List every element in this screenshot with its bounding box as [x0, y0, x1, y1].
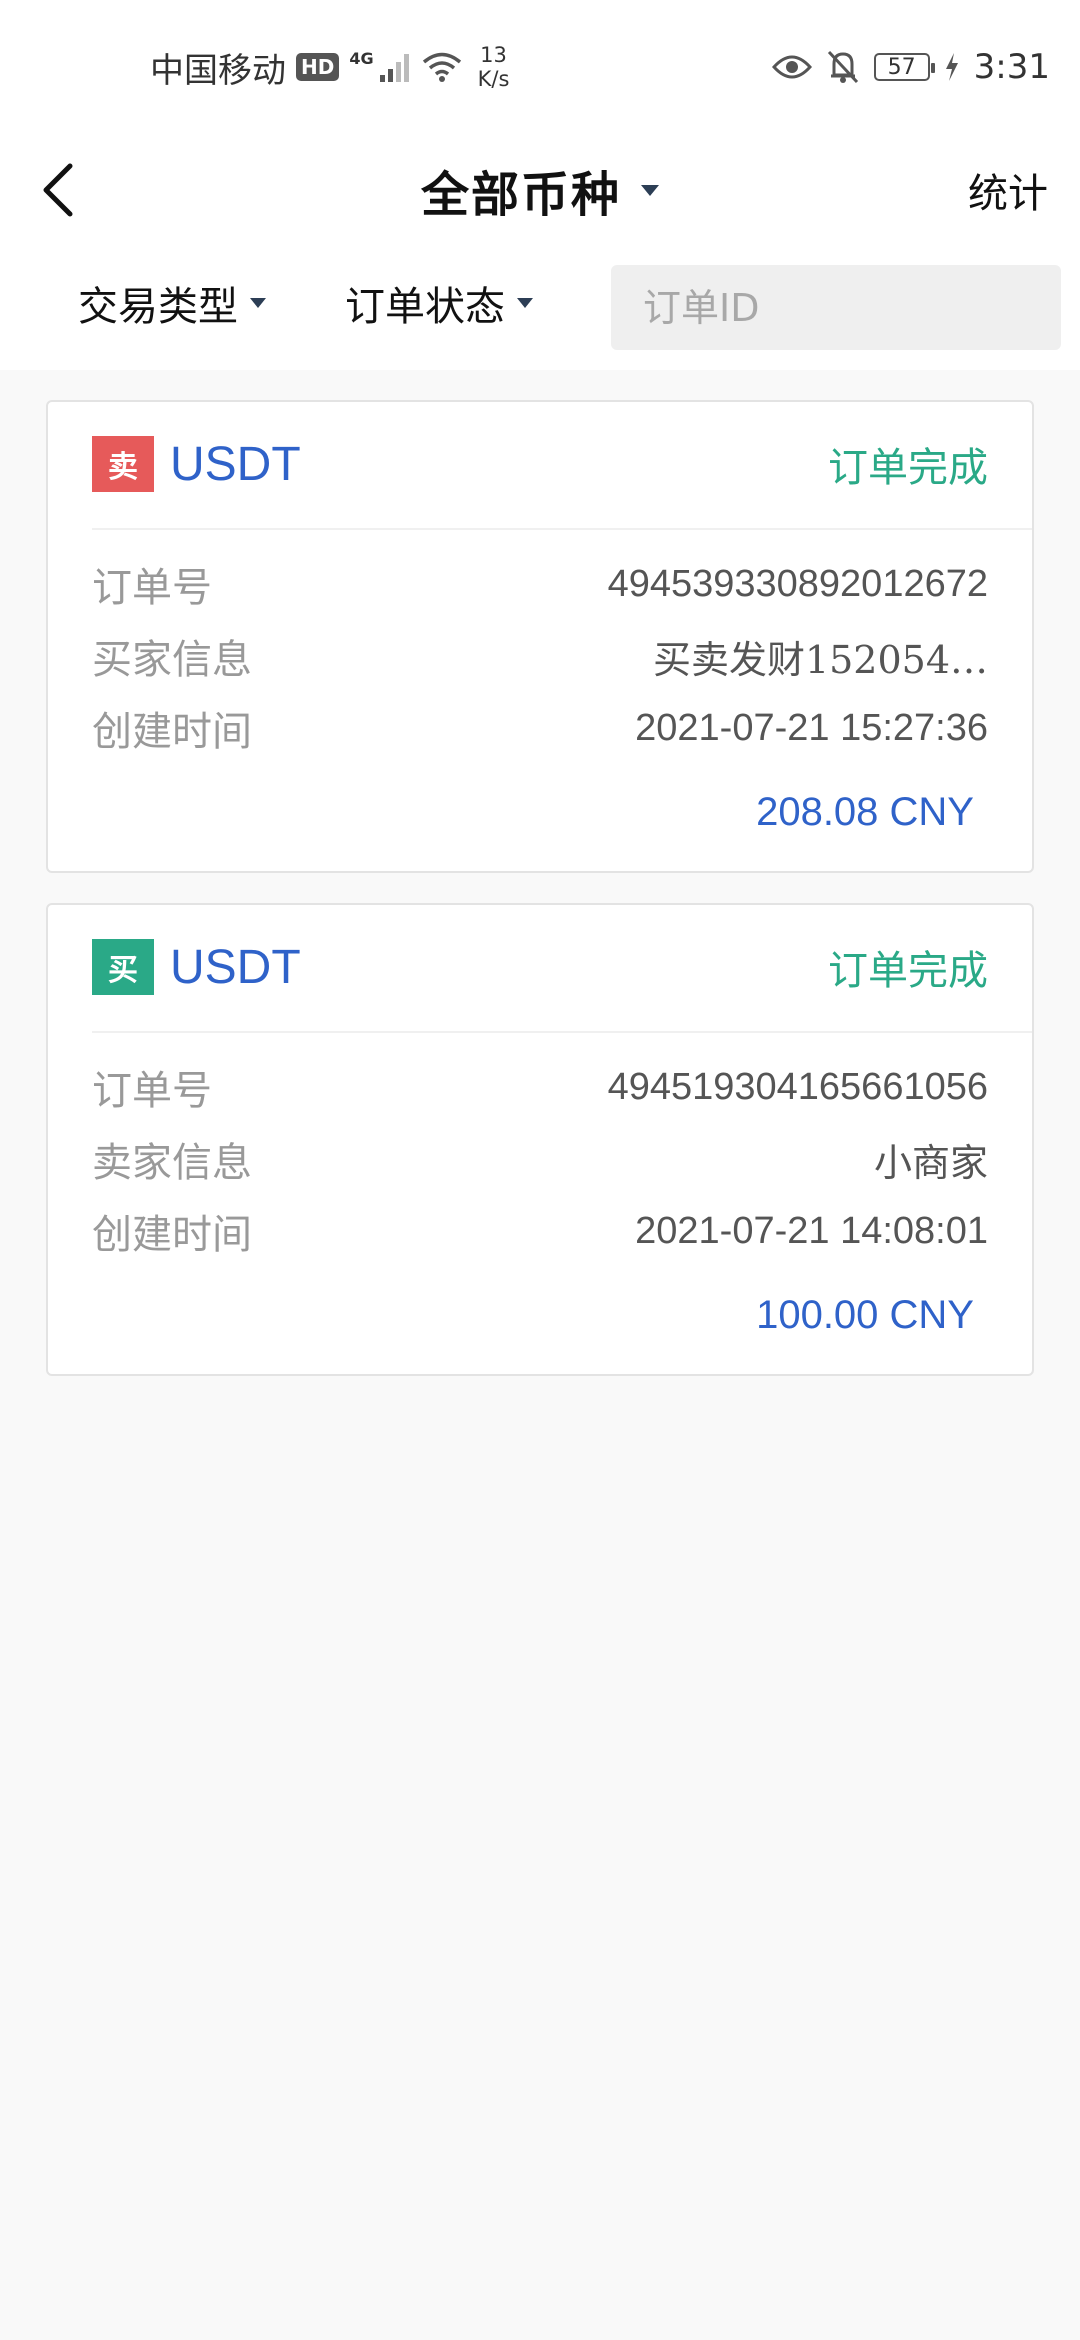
order-card-header: 卖 USDT 订单完成 — [48, 402, 1032, 528]
row-label: 订单号 — [92, 565, 212, 611]
order-number-row: 订单号 494539330892012672 — [92, 548, 988, 620]
clock: 3:31 — [973, 47, 1050, 87]
currency-selector[interactable]: 全部币种 — [0, 135, 1080, 245]
status-bar-right: 57 3:31 — [771, 42, 1050, 92]
signal-icon — [379, 54, 409, 82]
order-amount: 208.08 CNY — [756, 790, 974, 834]
status-bar-left: 中国移动 HD 4G 13 K/s — [150, 42, 509, 92]
order-number-row: 订单号 494519304165661056 — [92, 1051, 988, 1123]
mute-bell-icon — [827, 50, 858, 84]
hd-badge: HD — [296, 53, 340, 81]
seller-info-row: 卖家信息 小商家 — [92, 1123, 988, 1195]
status-bar: 中国移动 HD 4G 13 K/s 57 3:31 — [0, 0, 1080, 135]
coin-name: USDT — [170, 940, 301, 994]
network-type: 4G — [349, 48, 374, 68]
chevron-down-icon — [250, 297, 266, 308]
row-value: 2021-07-21 14:08:01 — [635, 1209, 988, 1252]
order-id-input[interactable] — [611, 265, 1061, 350]
row-label: 买家信息 — [92, 637, 252, 683]
speed-value: 13 — [480, 43, 507, 67]
row-value: 494519304165661056 — [607, 1065, 988, 1108]
trade-type-filter[interactable]: 交易类型 — [78, 265, 266, 340]
divider — [92, 528, 1032, 530]
order-status-filter[interactable]: 订单状态 — [345, 265, 533, 340]
order-status: 订单完成 — [828, 445, 988, 491]
speed-unit: K/s — [477, 67, 510, 91]
order-status-label: 订单状态 — [345, 283, 505, 330]
battery-indicator: 57 — [873, 53, 935, 81]
trade-type-label: 交易类型 — [78, 283, 238, 330]
order-card[interactable]: 卖 USDT 订单完成 订单号 494539330892012672 买家信息 … — [46, 400, 1034, 873]
order-amount: 100.00 CNY — [756, 1293, 974, 1337]
row-value: 小商家 — [873, 1140, 988, 1185]
network-speed: 13 K/s — [478, 43, 510, 91]
order-card[interactable]: 买 USDT 订单完成 订单号 494519304165661056 卖家信息 … — [46, 903, 1034, 1376]
chevron-down-icon — [517, 297, 533, 308]
row-label: 创建时间 — [92, 1212, 252, 1258]
divider — [92, 1031, 1032, 1033]
nav-bar: 全部币种 统计 — [0, 135, 1080, 245]
chevron-down-icon — [641, 184, 659, 196]
order-card-header: 买 USDT 订单完成 — [48, 905, 1032, 1031]
row-label: 订单号 — [92, 1068, 212, 1114]
order-status: 订单完成 — [828, 948, 988, 994]
row-label: 创建时间 — [92, 709, 252, 755]
coin-name: USDT — [170, 437, 301, 491]
buy-tag: 买 — [92, 939, 154, 995]
wifi-icon — [422, 52, 461, 82]
sell-tag: 卖 — [92, 436, 154, 492]
charging-icon — [945, 53, 958, 81]
statistics-button[interactable]: 统计 — [968, 135, 1048, 245]
created-time-row: 创建时间 2021-07-21 14:08:01 — [92, 1195, 988, 1267]
order-details: 订单号 494519304165661056 卖家信息 小商家 创建时间 202… — [92, 1051, 988, 1267]
order-details: 订单号 494539330892012672 买家信息 买卖发财152054… … — [92, 548, 988, 764]
row-value: 买卖发财152054… — [652, 637, 988, 682]
buyer-info-row: 买家信息 买卖发财152054… — [92, 620, 988, 692]
page-title: 全部币种 — [420, 167, 621, 223]
filter-bar: 交易类型 订单状态 — [0, 245, 1080, 370]
row-value: 2021-07-21 15:27:36 — [635, 706, 988, 749]
carrier-name: 中国移动 — [150, 50, 286, 91]
row-label: 卖家信息 — [92, 1140, 252, 1186]
back-arrow-icon — [43, 163, 73, 217]
order-list: 卖 USDT 订单完成 订单号 494539330892012672 买家信息 … — [0, 370, 1080, 1376]
eye-icon — [771, 55, 812, 79]
back-button[interactable] — [40, 155, 110, 225]
row-value: 494539330892012672 — [607, 562, 988, 605]
created-time-row: 创建时间 2021-07-21 15:27:36 — [92, 692, 988, 764]
